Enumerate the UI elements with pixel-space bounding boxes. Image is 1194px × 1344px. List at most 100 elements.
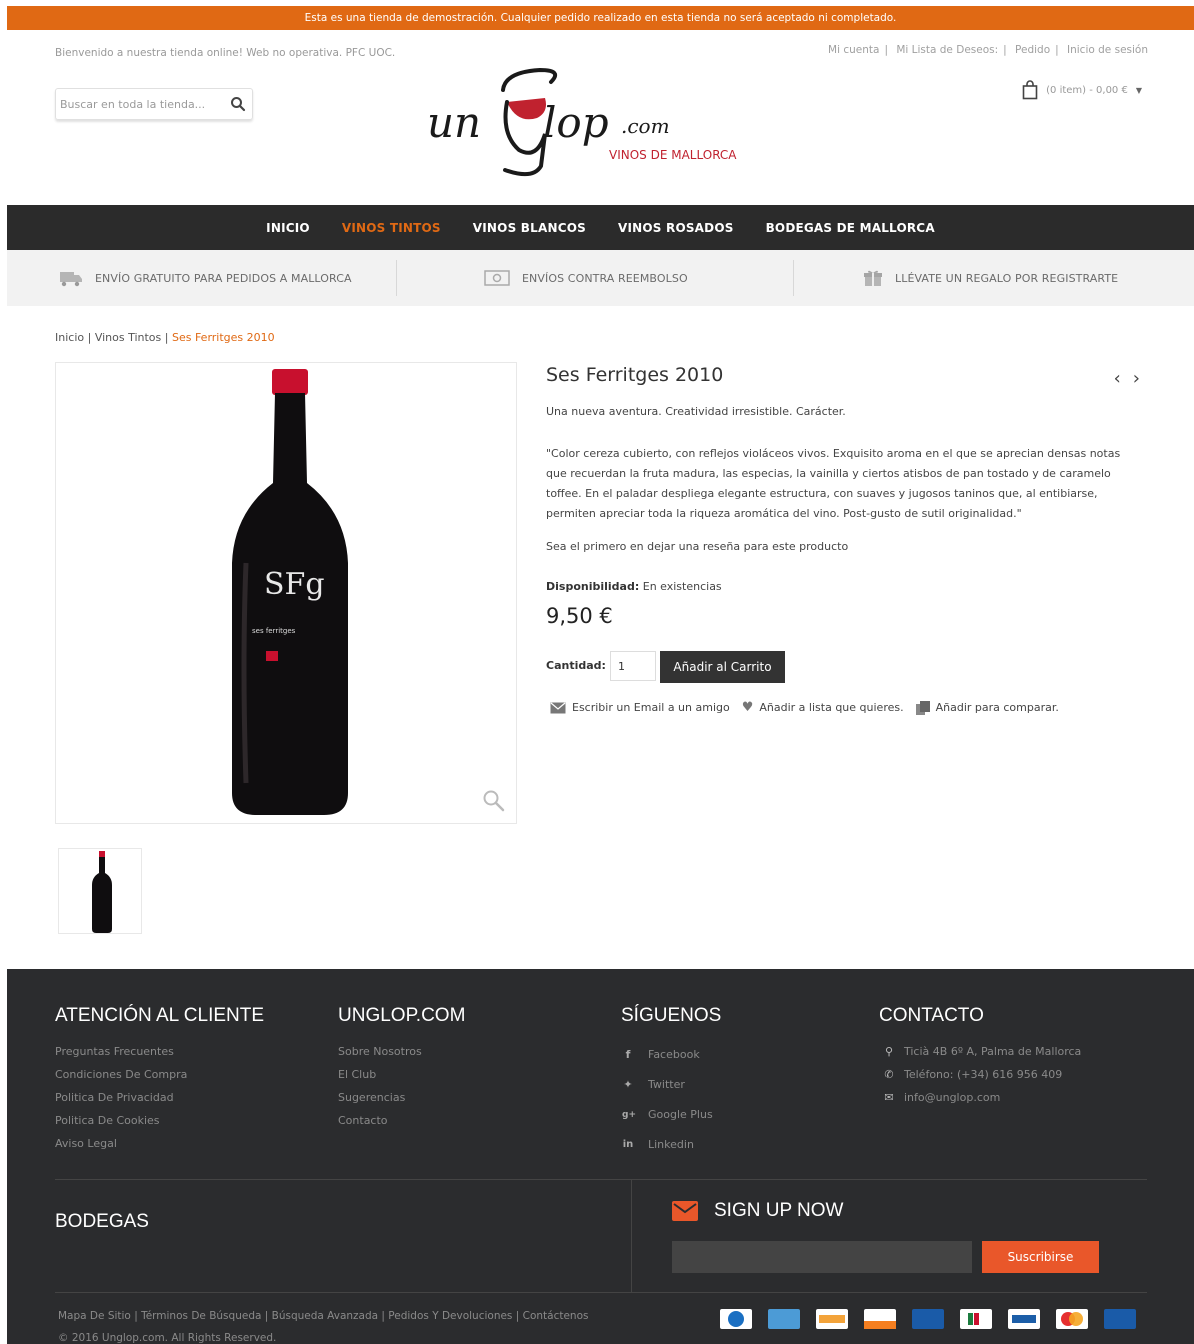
cart-summary-text: (0 item) - 0,00 € (1046, 84, 1128, 96)
feature-gift: LLÉVATE UN REGALO POR REGISTRARTE (863, 250, 1118, 306)
jcb-icon (960, 1309, 992, 1329)
signup-title: SIGN UP NOW (714, 1200, 844, 1221)
nav-item-bodegas[interactable]: BODEGAS DE MALLORCA (766, 221, 935, 235)
footer-link[interactable]: Politica De Cookies (55, 1109, 187, 1132)
add-to-cart-button[interactable]: Añadir al Carrito (660, 651, 785, 683)
social-twitter[interactable]: ✦ Twitter (622, 1070, 713, 1100)
google-plus-icon: g+ (622, 1110, 636, 1120)
map-marker-icon: ⚲ (884, 1045, 894, 1058)
availability: Disponibilidad: En existencias (546, 580, 722, 593)
diners-club-icon (720, 1309, 752, 1329)
heart-icon: ♥ (741, 700, 754, 715)
top-links: Mi cuenta | Mi Lista de Deseos: | Pedido | … (828, 44, 1148, 56)
compare-icon (915, 700, 930, 715)
social-google-plus[interactable]: g+ Google Plus (622, 1100, 713, 1130)
footer-link[interactable]: Sugerencias (338, 1086, 422, 1109)
payment-methods (720, 1309, 1136, 1329)
product-title: Ses Ferritges 2010 (546, 364, 724, 386)
chevron-right-icon[interactable]: › (1133, 368, 1140, 389)
truck-icon (60, 272, 82, 287)
login-link[interactable]: Inicio de sesión (1067, 44, 1148, 56)
feature-free-shipping: ENVÍO GRATUITO PARA PEDIDOS A MALLORCA (59, 250, 352, 306)
social-label: Linkedin (648, 1138, 694, 1151)
add-to-compare-link[interactable]: Añadir para comparar. (915, 700, 1059, 715)
review-link[interactable]: Sea el primero en dejar una reseña para … (546, 540, 848, 553)
contact-email[interactable]: info@unglop.com (904, 1086, 1000, 1109)
amex-icon (768, 1309, 800, 1329)
availability-label: Disponibilidad: (546, 580, 640, 593)
bottle-label-main: SFg (264, 567, 325, 602)
footer-link[interactable]: Condiciones De Compra (55, 1063, 187, 1086)
product-main-image[interactable]: SFg ses ferritges (55, 362, 517, 824)
add-to-compare-label: Añadir para comparar. (935, 701, 1059, 714)
search-input[interactable] (56, 89, 226, 119)
feature-cod: ENVÍOS CONTRA REEMBOLSO (484, 250, 688, 306)
footer-vertical-divider (631, 1180, 632, 1292)
quantity-input[interactable] (610, 651, 656, 681)
main-navigation: INICIO VINOS TINTOS VINOS BLANCOS VINOS … (7, 205, 1194, 250)
feature-divider (396, 260, 397, 296)
add-to-wishlist-label: Añadir a lista que quieres. (759, 701, 904, 714)
product-price: 9,50 € (546, 604, 613, 628)
product-short-description: Una nueva aventura. Creatividad irresist… (546, 405, 846, 418)
contact-phone: Teléfono: (+34) 616 956 409 (904, 1068, 1063, 1081)
nav-item-vinos-tintos[interactable]: VINOS TINTOS (342, 221, 441, 235)
nav-item-vinos-blancos[interactable]: VINOS BLANCOS (473, 221, 586, 235)
footer-link[interactable]: El Club (338, 1063, 422, 1086)
newsletter-signup: SIGN UP NOW (672, 1200, 844, 1222)
footer-link[interactable]: Sobre Nosotros (338, 1040, 422, 1063)
social-linkedin[interactable]: in Linkedin (622, 1130, 713, 1160)
nav-item-inicio[interactable]: INICIO (266, 221, 310, 235)
email-friend-label: Escribir un Email a un amigo (572, 701, 730, 714)
cart-summary[interactable]: (0 item) - 0,00 € ▼ (1022, 80, 1142, 100)
social-label: Facebook (648, 1048, 700, 1061)
features-strip: ENVÍO GRATUITO PARA PEDIDOS A MALLORCA E… (7, 250, 1194, 306)
product-thumbnail[interactable] (58, 848, 142, 934)
shopping-bag-icon (1022, 80, 1038, 100)
newsletter-email-input[interactable] (672, 1241, 972, 1273)
social-facebook[interactable]: f Facebook (622, 1040, 713, 1070)
footer-customer-links: Preguntas Frecuentes Condiciones De Comp… (55, 1040, 187, 1155)
visa-icon (912, 1309, 944, 1329)
footer-link[interactable]: Aviso Legal (55, 1132, 187, 1155)
product-description: "Color cereza cubierto, con reflejos vio… (546, 447, 1121, 520)
checkout-link[interactable]: Pedido (1015, 44, 1050, 56)
search-icon[interactable] (230, 96, 246, 112)
footer-link[interactable]: Politica De Privacidad (55, 1086, 187, 1109)
bitcoin-icon (816, 1309, 848, 1329)
zoom-icon[interactable] (482, 789, 506, 813)
logo-prefix: un (427, 98, 482, 147)
email-friend-link[interactable]: Escribir un Email a un amigo (550, 701, 730, 714)
wishlist-link[interactable]: Mi Lista de Deseos: (896, 44, 998, 56)
contact-info: ⚲ Ticià 4B 6º A, Palma de Mallorca ✆ Teléf… (882, 1040, 1081, 1109)
bottle-label-sub: ses ferritges (252, 627, 296, 635)
footer-company-title: UNGLOP.COM (338, 1005, 466, 1026)
envelope-icon: ✉ (884, 1091, 894, 1104)
availability-value: En existencias (642, 580, 722, 593)
social-label: Twitter (648, 1078, 685, 1091)
breadcrumb-home[interactable]: Inicio (55, 331, 84, 344)
footer-divider (55, 1179, 1147, 1180)
feature-label: ENVÍOS CONTRA REEMBOLSO (522, 271, 688, 285)
footer-company-links: Sobre Nosotros El Club Sugerencias Conta… (338, 1040, 422, 1132)
breadcrumb-category[interactable]: Vinos Tintos (95, 331, 161, 344)
footer-link[interactable]: Contacto (338, 1109, 422, 1132)
footer-bottom: Mapa De Sitio | Términos De Búsqueda | B… (58, 1305, 588, 1344)
add-to-wishlist-link[interactable]: ♥ Añadir a lista que quieres. (742, 700, 904, 715)
site-logo[interactable]: un lop .com VINOS DE MALLORCA (425, 62, 765, 177)
product-pager: ‹ › (1114, 368, 1140, 389)
footer-link[interactable]: Preguntas Frecuentes (55, 1040, 187, 1063)
phone-icon: ✆ (884, 1068, 894, 1081)
search-box[interactable] (55, 88, 253, 120)
footer-bottom-links[interactable]: Mapa De Sitio | Términos De Búsqueda | B… (58, 1305, 588, 1327)
feature-label: ENVÍO GRATUITO PARA PEDIDOS A MALLORCA (95, 271, 352, 285)
twitter-icon: ✦ (623, 1078, 633, 1091)
my-account-link[interactable]: Mi cuenta (828, 44, 879, 56)
quantity-label: Cantidad: (546, 659, 606, 672)
demo-notice-bar: Esta es una tienda de demostración. Cual… (7, 6, 1194, 30)
subscribe-button[interactable]: Suscribirse (982, 1241, 1099, 1273)
facebook-icon: f (625, 1048, 631, 1061)
chevron-left-icon[interactable]: ‹ (1114, 368, 1121, 389)
linkedin-icon: in (622, 1139, 634, 1150)
nav-item-vinos-rosados[interactable]: VINOS ROSADOS (618, 221, 734, 235)
